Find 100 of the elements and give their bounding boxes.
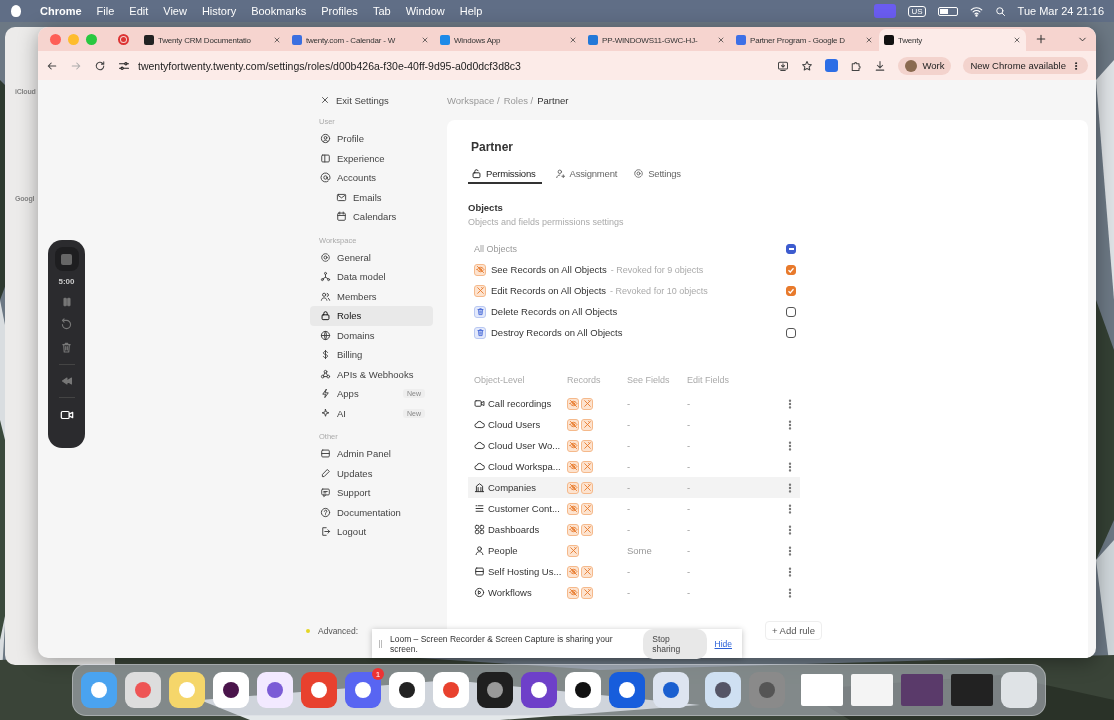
add-rule-button[interactable]: + Add rule: [764, 621, 822, 640]
trash-icon[interactable]: [1001, 672, 1037, 708]
eye-off-icon: [567, 397, 579, 410]
table-cell-text: -: [627, 461, 632, 472]
window-thumbnail[interactable]: [901, 674, 943, 706]
window-thumbnail[interactable]: [801, 674, 843, 706]
window-thumbnail[interactable]: [951, 674, 993, 706]
sidebar-item[interactable]: Billing: [310, 345, 433, 365]
object-name[interactable]: Call recordings: [474, 398, 567, 409]
table-cell-text: -: [687, 503, 692, 514]
sidebar-item[interactable]: General: [310, 247, 433, 267]
object-name[interactable]: Cloud User Wo...: [474, 440, 567, 451]
sidebar-item[interactable]: Accounts: [310, 168, 433, 188]
browser-tab[interactable]: Twenty CRM Documentatio: [139, 29, 286, 51]
reload-icon: [94, 59, 106, 72]
menu-item[interactable]: File: [96, 5, 115, 17]
browser-tab[interactable]: Twenty: [879, 29, 1026, 51]
new-tab-icon: [1035, 33, 1047, 45]
browser-tab[interactable]: twenty.com - Calendar - W: [287, 29, 434, 51]
menubar-clock[interactable]: Tue Mar 24 21:16: [1017, 5, 1104, 17]
object-name[interactable]: Customer Cont...: [474, 503, 567, 514]
menu-item[interactable]: Help: [459, 5, 483, 17]
sidebar-item[interactable]: Members: [310, 286, 433, 306]
checkbox[interactable]: [786, 264, 796, 275]
checkbox[interactable]: [786, 285, 796, 296]
menu-item[interactable]: Tab: [372, 5, 391, 17]
checkbox[interactable]: [786, 244, 796, 254]
stop-sharing-button[interactable]: Stop sharing: [643, 628, 707, 659]
table-cell-text: -: [627, 587, 632, 598]
extension-icon[interactable]: [825, 59, 839, 72]
app-icon[interactable]: [565, 672, 601, 708]
stop-recording-button[interactable]: [54, 247, 79, 271]
wifi-icon: [969, 4, 983, 18]
table-cell-text: -: [687, 398, 692, 409]
drag-handle-icon[interactable]: [379, 639, 382, 648]
object-name[interactable]: Cloud Workspa...: [474, 461, 567, 472]
browser-tab[interactable]: PP-WINDOWS11-GWC-HJ-: [583, 29, 730, 51]
menu-item[interactable]: History: [201, 5, 237, 17]
menu-item[interactable]: Profiles: [321, 5, 358, 17]
sidebar-item[interactable]: Domains: [310, 325, 433, 345]
menu-item[interactable]: Edit: [129, 5, 149, 17]
object-name[interactable]: Companies: [474, 482, 567, 493]
sidebar-item[interactable]: Support: [310, 483, 433, 503]
address-bar[interactable]: twentyfortwenty.twenty.com/settings/roles/d00b426a-f30e-40ff-9d95-a0d0dcf3d8c3: [118, 59, 766, 72]
favicon-icon: [736, 35, 746, 45]
calendar-icon: [336, 211, 347, 223]
object-name[interactable]: Workflows: [474, 587, 567, 598]
record-icon[interactable]: [118, 33, 129, 45]
menu-item[interactable]: View: [163, 5, 187, 17]
input-source-indicator[interactable]: US: [908, 5, 926, 17]
section-description: Objects and fields permissions settings: [468, 217, 625, 227]
browser-tab[interactable]: Partner Program - Google D: [731, 29, 878, 51]
sidebar-item[interactable]: Profile: [310, 129, 433, 149]
table-cell-text: -: [627, 566, 632, 577]
table-cell-text: -: [627, 419, 632, 430]
app-icon[interactable]: [389, 672, 425, 708]
sidebar-item[interactable]: Experience: [310, 148, 433, 168]
profile-button[interactable]: Work: [898, 56, 952, 75]
sidebar-item[interactable]: Admin Panel: [310, 444, 433, 464]
panel-icon: [320, 152, 331, 164]
sidebar-item[interactable]: Roles: [310, 306, 433, 326]
favicon-icon: [884, 35, 894, 45]
object-name[interactable]: People: [474, 545, 567, 556]
exit-settings-button[interactable]: Exit Settings: [320, 92, 435, 108]
permission-label: See Records on All Objects: [491, 264, 607, 275]
eye-off-icon: [474, 263, 486, 276]
menu-item[interactable]: Bookmarks: [251, 5, 307, 17]
sidebar-item[interactable]: Data model: [310, 267, 433, 287]
sidebar-item[interactable]: Updates: [310, 463, 433, 483]
help-icon: [320, 506, 331, 518]
sidebar-item[interactable]: Emails: [310, 187, 433, 207]
window-thumbnail[interactable]: [851, 674, 893, 706]
mail-icon: [336, 191, 347, 203]
menu-item[interactable]: Chrome: [40, 5, 82, 17]
close-window-button[interactable]: [50, 33, 61, 45]
update-button[interactable]: New Chrome available: [963, 57, 1088, 74]
app-icon[interactable]: [477, 672, 513, 708]
list-icon: [474, 503, 485, 514]
object-name[interactable]: Dashboards: [474, 524, 567, 535]
battery-icon[interactable]: [937, 6, 958, 16]
tab[interactable]: Settings: [630, 164, 684, 184]
hide-link[interactable]: Hide: [714, 638, 732, 649]
browser-tab[interactable]: Windows App: [435, 29, 582, 51]
menu-item[interactable]: Window: [405, 5, 445, 17]
logout-icon: [320, 526, 331, 538]
sidebar-item[interactable]: Logout: [310, 522, 433, 542]
sidebar-item[interactable]: APIs & Webhooks: [310, 364, 433, 384]
app-icon[interactable]: [521, 672, 557, 708]
download-icon: [874, 59, 887, 72]
object-name[interactable]: Cloud Users: [474, 419, 567, 430]
unlock-icon: [471, 167, 482, 179]
checkbox[interactable]: [786, 306, 796, 317]
tab[interactable]: Permissions: [468, 164, 542, 184]
tab[interactable]: Assignment: [551, 164, 621, 184]
object-name[interactable]: Self Hosting Us...: [474, 566, 567, 577]
sidebar-item[interactable]: Calendars: [310, 207, 433, 227]
checkbox[interactable]: [786, 327, 796, 338]
sidebar-item[interactable]: Documentation: [310, 502, 433, 522]
app-icon[interactable]: [213, 672, 249, 708]
close-tab-icon: [865, 36, 873, 44]
